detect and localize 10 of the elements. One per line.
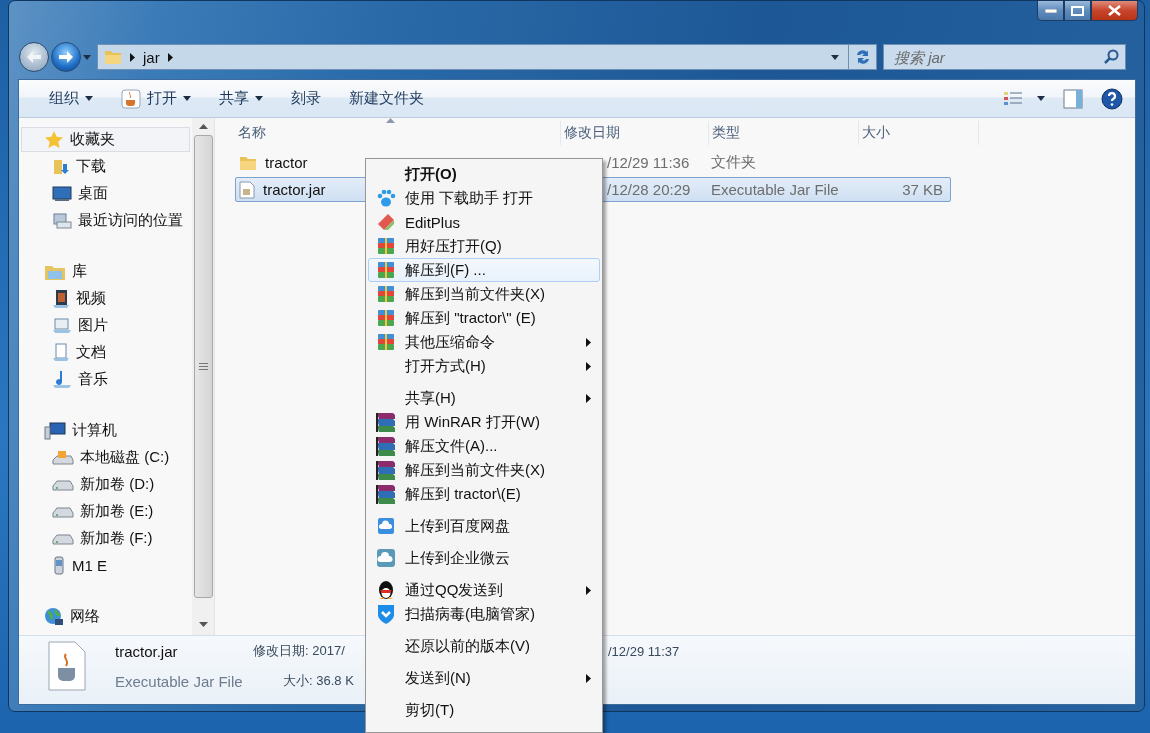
file-size: 大小: 36.8 K [283,672,354,690]
file-name: tractor.jar [115,642,178,660]
date-text: /12/29 11:36 [607,154,690,171]
size-text: 37 KB [902,181,943,198]
type-text: Executable Jar File [711,181,839,198]
modified-date-label: 修改日期: 2017/ [253,642,345,660]
file-type: Executable Jar File [115,672,243,690]
modified-date-value: /12/29 11:37 [608,643,680,659]
type-text: 文件夹 [711,153,756,172]
date-text: /12/28 20:29 [607,181,691,198]
